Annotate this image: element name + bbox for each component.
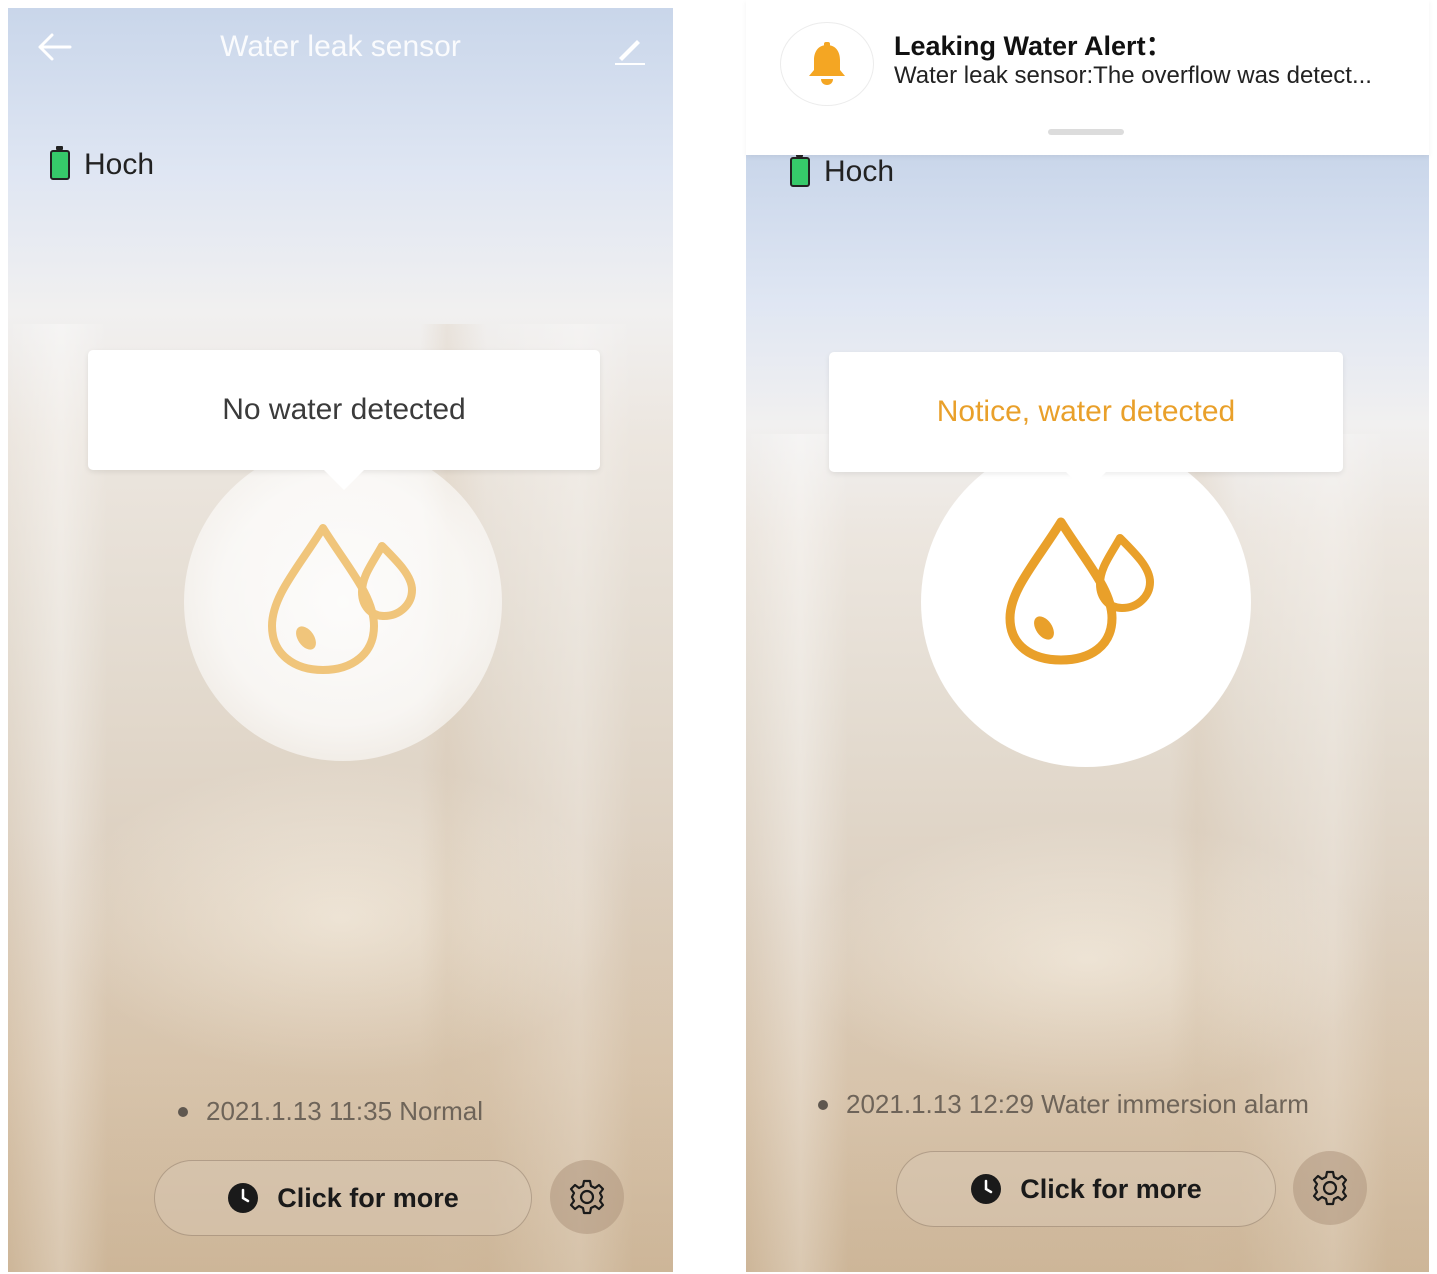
- gear-icon: [569, 1179, 605, 1215]
- click-for-more-button[interactable]: Click for more: [896, 1151, 1276, 1227]
- battery-status: Hoch: [790, 155, 894, 189]
- click-for-more-label: Click for more: [1020, 1173, 1202, 1204]
- notification-banner[interactable]: Leaking Water Alert： Water leak sensor:T…: [746, 0, 1429, 155]
- settings-button[interactable]: [550, 1160, 624, 1234]
- clock-icon: [971, 1174, 1002, 1204]
- left-screen: Water leak sensor Hoch No water detected…: [8, 8, 673, 1272]
- bell-icon: [809, 42, 845, 85]
- water-drops-icon: [1005, 517, 1154, 665]
- log-entry-text: 2021.1.13 11:35 Normal: [206, 1096, 484, 1126]
- drag-handle[interactable]: [1048, 129, 1124, 135]
- battery-label: Hoch: [84, 148, 155, 181]
- log-entry: 2021.1.13 12:29 Water immersion alarm: [818, 1089, 1309, 1120]
- status-bubble: Notice, water detected: [829, 352, 1343, 492]
- notification-title: Leaking Water Alert：: [894, 31, 1173, 61]
- notification-body: Water leak sensor:The overflow was detec…: [894, 62, 1372, 89]
- battery-icon: [50, 146, 70, 180]
- click-for-more-label: Click for more: [277, 1182, 459, 1213]
- gear-icon: [1312, 1170, 1348, 1206]
- click-for-more-button[interactable]: Click for more: [154, 1160, 532, 1236]
- water-drops-icon: [268, 524, 416, 674]
- right-screen: Hoch Notice, water detected 2021.1.13 12…: [746, 155, 1429, 1272]
- log-entry-text: 2021.1.13 12:29 Water immersion alarm: [846, 1089, 1309, 1119]
- bullet-dot: [178, 1106, 188, 1117]
- top-bar: Water leak sensor: [8, 8, 673, 88]
- bell-icon-container: [780, 22, 874, 106]
- page-title: Water leak sensor: [220, 30, 461, 63]
- battery-label: Hoch: [824, 155, 895, 188]
- settings-button[interactable]: [1293, 1151, 1367, 1225]
- edit-icon[interactable]: [613, 32, 647, 66]
- bullet-dot: [818, 1099, 828, 1110]
- battery-icon: [790, 155, 810, 187]
- status-bubble: No water detected: [88, 350, 600, 490]
- clock-icon: [228, 1183, 259, 1213]
- log-entry: 2021.1.13 11:35 Normal: [178, 1096, 483, 1127]
- battery-status: Hoch: [50, 146, 155, 182]
